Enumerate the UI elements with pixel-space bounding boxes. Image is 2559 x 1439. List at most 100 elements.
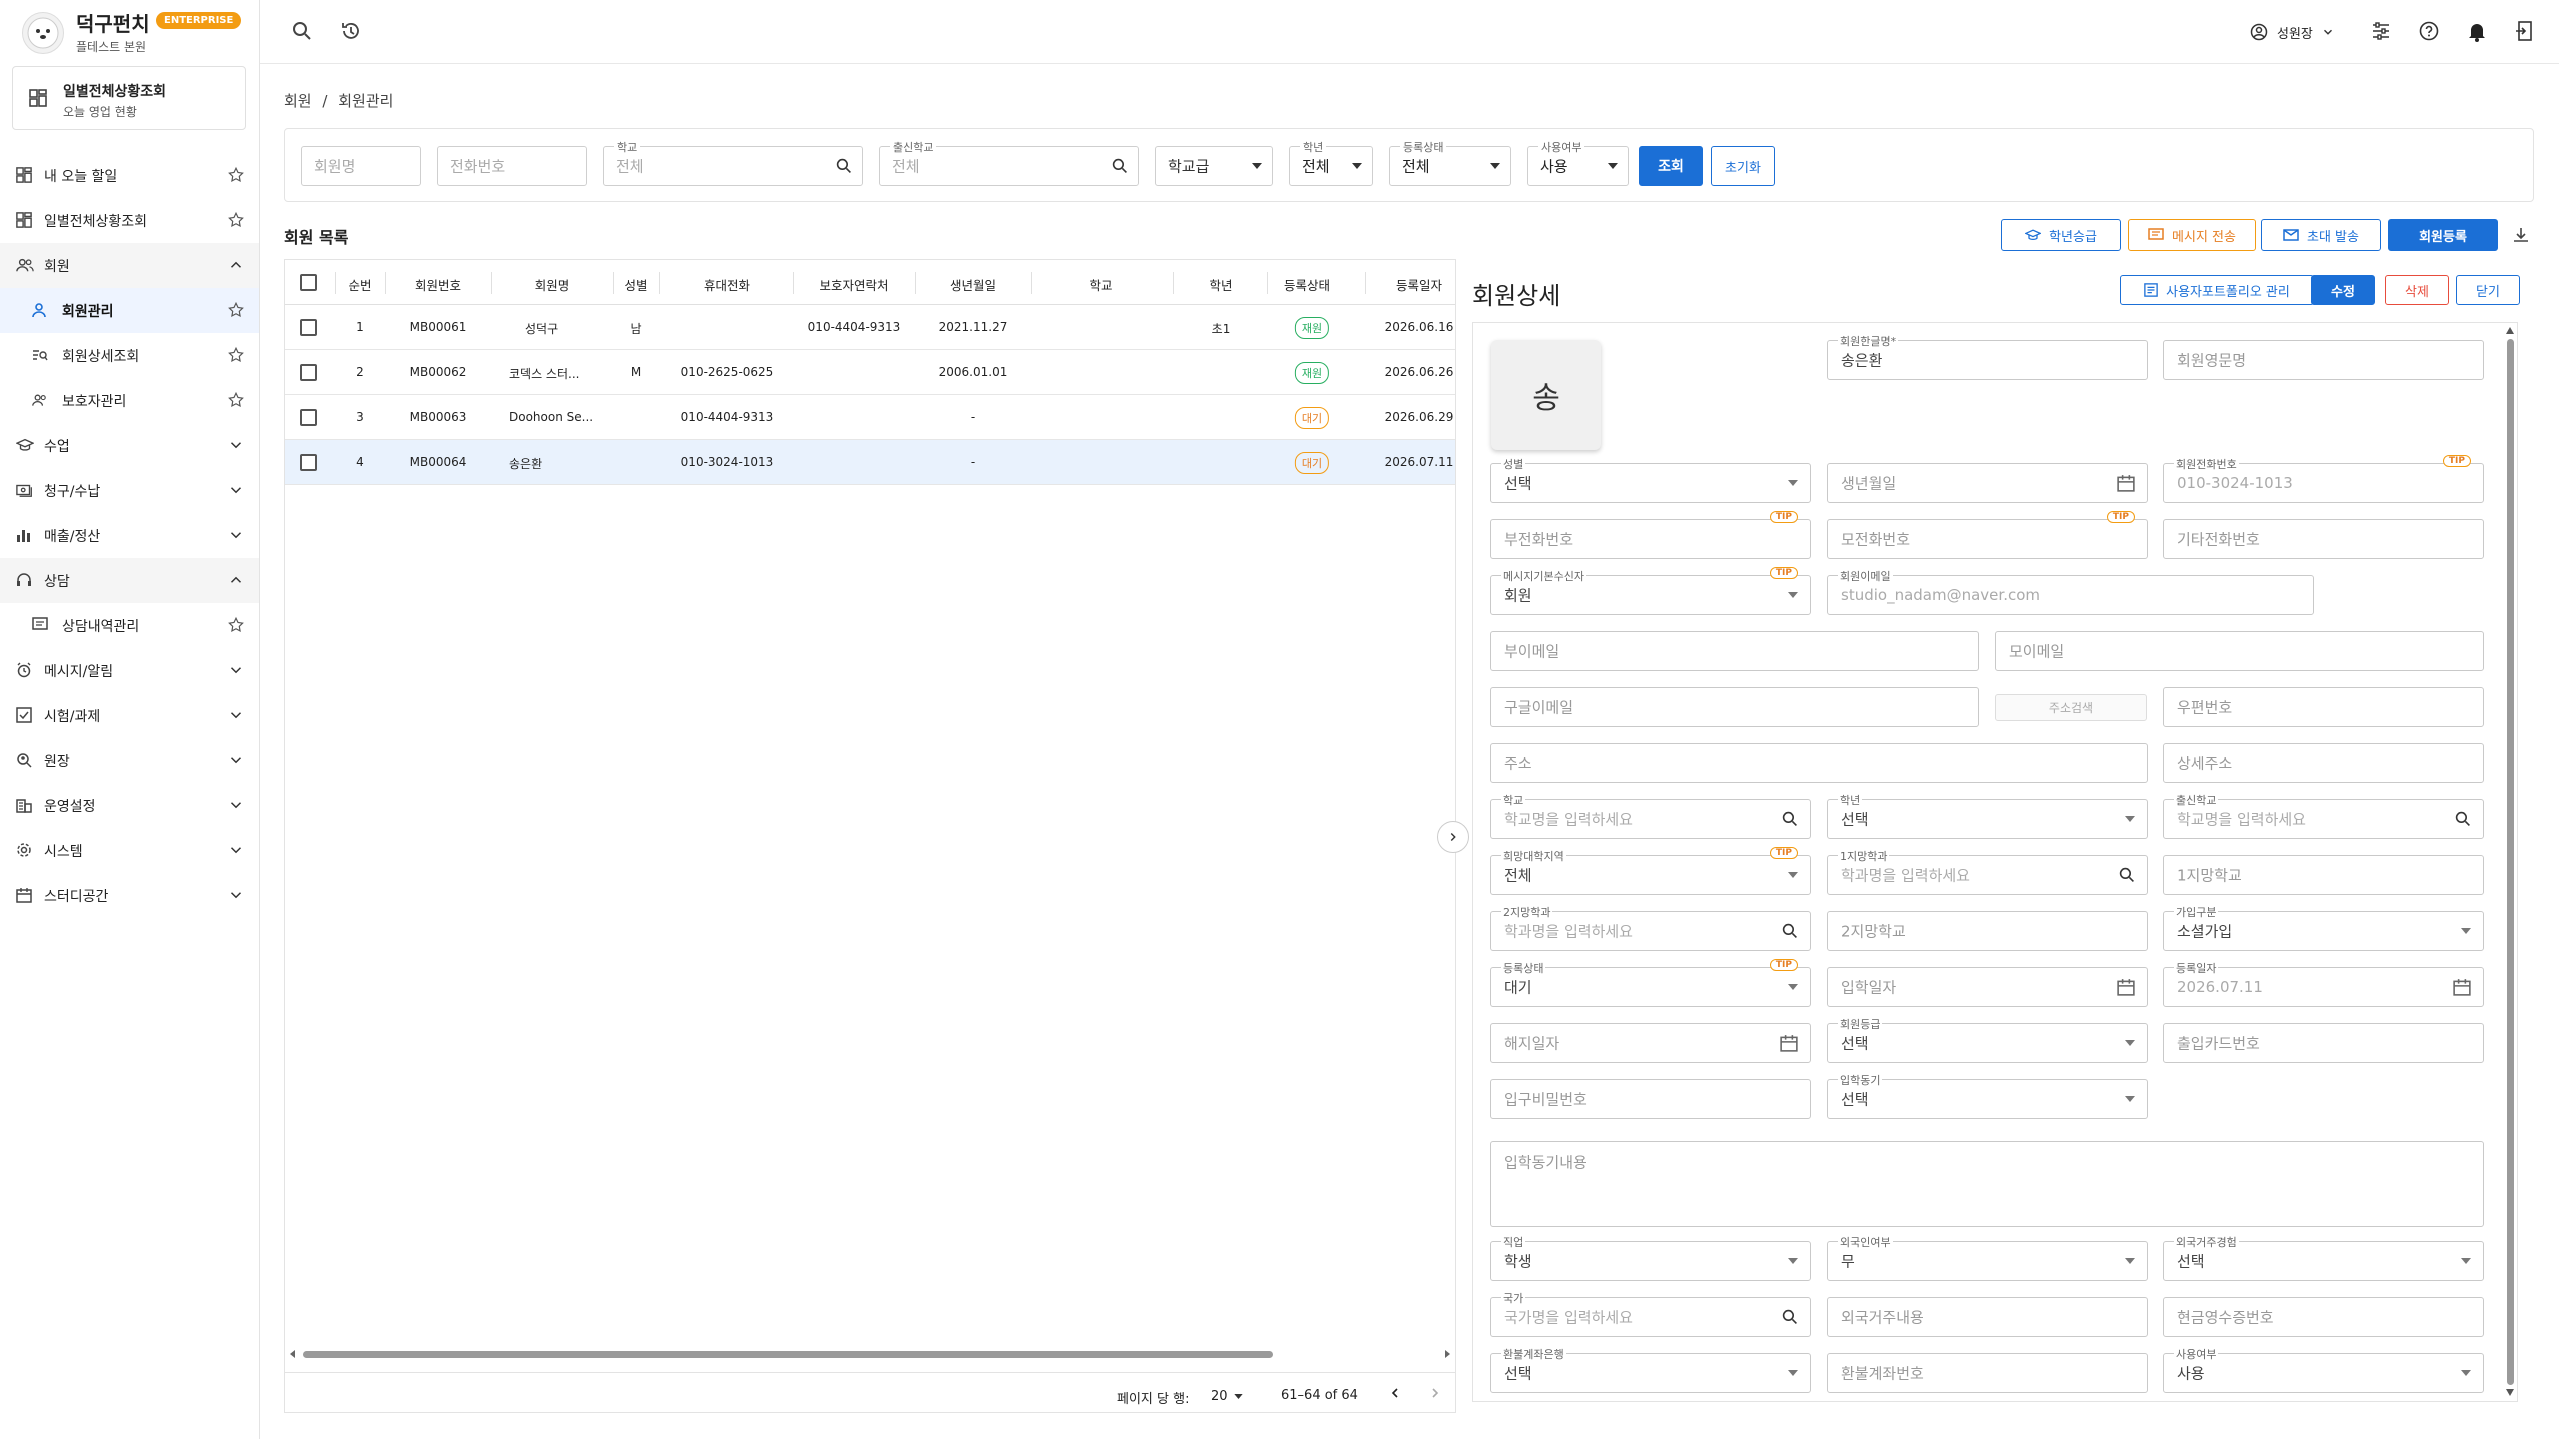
sidebar-group-members[interactable]: 회원 (0, 243, 259, 288)
school-search-field[interactable]: 학교 학교명을 입력하세요 (1490, 792, 1811, 839)
column-header[interactable]: 순번 (348, 275, 371, 294)
google-email-field[interactable]: 구글이메일 (1490, 687, 1979, 727)
settings-sliders-icon[interactable] (2371, 21, 2391, 41)
sidebar-item-member-detail[interactable]: 회원상세조회 (0, 333, 259, 378)
tip-badge[interactable]: TIP (1769, 959, 1798, 971)
scrollbar-thumb[interactable] (303, 1351, 1273, 1358)
help-icon[interactable] (2419, 21, 2439, 41)
search-icon[interactable] (2119, 867, 2135, 883)
other-phone-field[interactable]: 기타전화번호 (2163, 519, 2484, 559)
sidebar-group-operations[interactable]: 운영설정 (0, 783, 259, 828)
brand[interactable]: 덕구펀치 ENTERPRISE 플테스트 본원 (22, 8, 242, 58)
star-icon[interactable] (227, 616, 245, 634)
foreigner-select[interactable]: 외국인여부 무 (1827, 1234, 2148, 1281)
sidebar-item-guardian[interactable]: 보호자관리 (0, 378, 259, 423)
calendar-icon[interactable] (2117, 978, 2135, 996)
tip-badge[interactable]: TIP (1769, 567, 1798, 579)
grade-promote-button[interactable]: 학년승급 (2001, 219, 2121, 251)
grade-select[interactable]: 학년 전체 (1289, 139, 1373, 186)
column-header[interactable]: 등록상태 (1284, 275, 1330, 294)
father-email-field[interactable]: 부이메일 (1490, 631, 1979, 671)
search-icon[interactable] (836, 158, 852, 174)
address-search-button[interactable]: 주소검색 (1995, 694, 2147, 721)
job-select[interactable]: 직업 학생 (1490, 1234, 1811, 1281)
korean-name-field[interactable]: 회원한글명* 송은환 (1827, 333, 2148, 380)
register-member-button[interactable]: 회원등록 (2388, 219, 2498, 251)
refund-bank-select[interactable]: 환불계좌은행 선택 (1490, 1346, 1811, 1393)
calendar-icon[interactable] (2453, 978, 2471, 996)
column-header[interactable]: 회원번호 (415, 275, 461, 294)
search-icon[interactable] (2455, 811, 2471, 827)
column-header[interactable]: 회원명 (535, 275, 570, 294)
search-icon[interactable] (1112, 158, 1128, 174)
sidebar-group-study-space[interactable]: 스터디공간 (0, 873, 259, 918)
rows-per-page-select[interactable]: 20 (1211, 1386, 1243, 1406)
entry-date-field[interactable]: 입학일자 (1827, 967, 2148, 1007)
select-all-checkbox[interactable] (300, 274, 317, 291)
sidebar-group-classes[interactable]: 수업 (0, 423, 259, 468)
sidebar-group-director[interactable]: 원장 (0, 738, 259, 783)
calendar-icon[interactable] (1780, 1034, 1798, 1052)
reset-button[interactable]: 초기화 (1711, 146, 1775, 186)
gender-select[interactable]: 성별 선택 (1490, 456, 1811, 503)
birth-date-field[interactable]: 생년월일 (1827, 463, 2148, 503)
school-search-input[interactable]: 학교 전체 (603, 139, 863, 186)
access-card-field[interactable]: 출입카드번호 (2163, 1023, 2484, 1063)
refund-account-field[interactable]: 환불계좌번호 (1827, 1353, 2148, 1393)
abroad-experience-select[interactable]: 외국거주경험 선택 (2163, 1234, 2484, 1281)
message-recipient-select[interactable]: 메시지기본수신자 TIP 회원 (1490, 567, 1811, 615)
tip-badge[interactable]: TIP (2106, 511, 2135, 523)
sidebar-group-sales[interactable]: 매출/정산 (0, 513, 259, 558)
registration-date-field[interactable]: 등록일자 2026.07.11 (2163, 960, 2484, 1007)
use-select[interactable]: 사용여부 사용 (1527, 139, 1629, 186)
entry-motive-textarea[interactable]: 입학동기내용 (1490, 1141, 2484, 1227)
next-page-icon[interactable] (1427, 1385, 1443, 1401)
tip-badge[interactable]: TIP (1769, 847, 1798, 859)
table-row[interactable]: 4 MB00064 송은환 010-3024-1013 - 대기 2026.07… (285, 440, 1455, 485)
star-icon[interactable] (227, 346, 245, 364)
sidebar-group-exams[interactable]: 시험/과제 (0, 693, 259, 738)
send-message-button[interactable]: 메시지 전송 (2128, 219, 2256, 251)
search-icon[interactable] (292, 21, 312, 41)
delete-button[interactable]: 삭제 (2385, 275, 2449, 305)
tip-badge[interactable]: TIP (1769, 511, 1798, 523)
star-icon[interactable] (227, 166, 245, 184)
member-level-select[interactable]: 회원등급 선택 (1827, 1016, 2148, 1063)
column-header[interactable]: 휴대전화 (704, 275, 750, 294)
send-invite-button[interactable]: 초대 발송 (2261, 219, 2381, 251)
school-level-select[interactable]: 학교급 (1155, 146, 1273, 186)
search-button[interactable]: 조회 (1639, 146, 1703, 186)
entry-motive-select[interactable]: 입학동기 선택 (1827, 1072, 2148, 1119)
desired-region-select[interactable]: 희망대학지역 TIP 전체 (1490, 847, 1811, 895)
close-button[interactable]: 닫기 (2456, 275, 2520, 305)
table-row[interactable]: 1 MB00061 성덕구 남 010-4404-9313 2021.11.27… (285, 305, 1455, 350)
use-status-select[interactable]: 사용여부 사용 (2163, 1346, 2484, 1393)
star-icon[interactable] (227, 301, 245, 319)
second-major-field[interactable]: 2지망학과 학과명을 입력하세요 (1490, 904, 1811, 951)
search-icon[interactable] (1782, 923, 1798, 939)
star-icon[interactable] (227, 391, 245, 409)
portfolio-manage-button[interactable]: 사용자포트폴리오 관리 (2120, 275, 2314, 305)
user-menu[interactable]: 성원장 (2250, 19, 2335, 45)
star-icon[interactable] (227, 211, 245, 229)
grade-select[interactable]: 학년 선택 (1827, 792, 2148, 839)
calendar-icon[interactable] (2117, 474, 2135, 492)
panel-toggle-button[interactable] (1437, 821, 1469, 853)
member-email-field[interactable]: 회원이메일 studio_nadam@naver.com (1827, 568, 2314, 615)
logout-icon[interactable] (2515, 20, 2535, 42)
history-icon[interactable] (340, 20, 362, 42)
father-phone-field[interactable]: TIP 부전화번호 (1490, 511, 1811, 559)
column-header[interactable]: 생년월일 (950, 275, 996, 294)
first-major-field[interactable]: 1지망학과 학과명을 입력하세요 (1827, 848, 2148, 895)
column-header[interactable]: 등록일자 (1396, 275, 1442, 294)
column-header[interactable]: 학년 (1209, 275, 1232, 294)
address-field[interactable]: 주소 (1490, 743, 2148, 783)
scrollbar-thumb[interactable] (2507, 339, 2514, 1385)
sidebar-group-system[interactable]: 시스템 (0, 828, 259, 873)
row-checkbox[interactable] (300, 454, 317, 471)
english-name-field[interactable]: 회원영문명 (2163, 340, 2484, 380)
second-school-field[interactable]: 2지망학교 (1827, 911, 2148, 951)
door-password-field[interactable]: 입구비밀번호 (1490, 1079, 1811, 1119)
column-header[interactable]: 학교 (1089, 275, 1112, 294)
column-header[interactable]: 성별 (624, 275, 647, 294)
